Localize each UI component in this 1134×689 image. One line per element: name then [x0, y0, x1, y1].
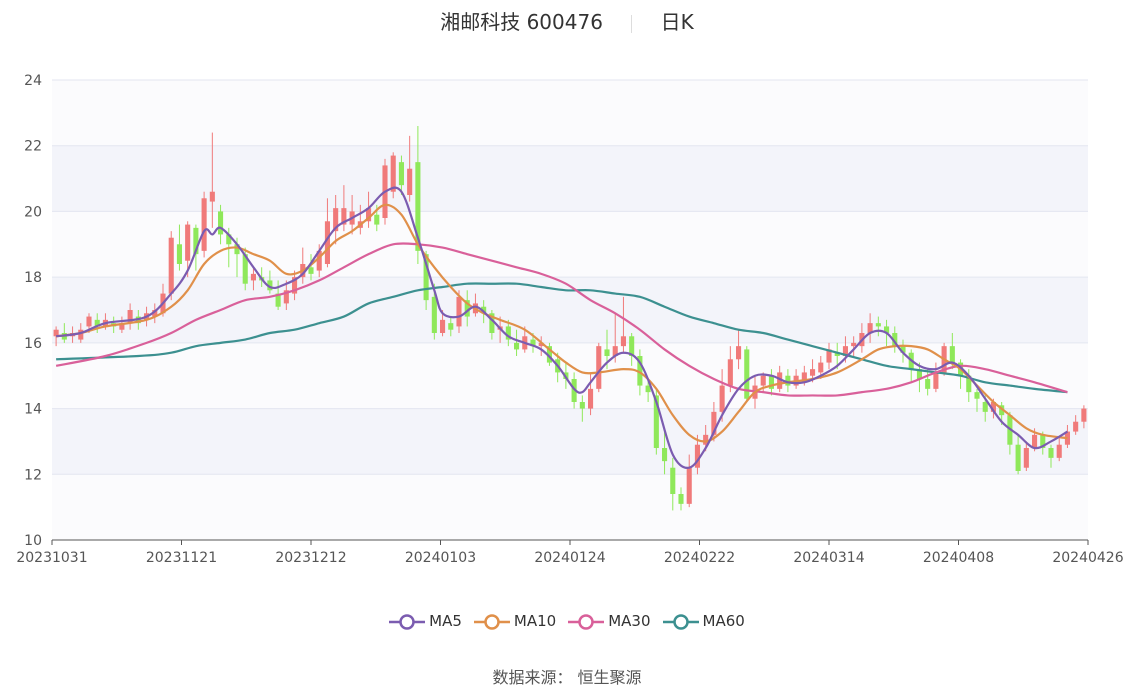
legend-line-icon	[568, 613, 605, 630]
candle-body	[596, 346, 602, 389]
legend-label: MA60	[702, 612, 745, 630]
legend-line-icon	[662, 613, 699, 630]
data-source: 数据来源： 恒生聚源	[492, 668, 642, 687]
legend-item-ma5[interactable]: MA5	[389, 612, 462, 631]
y-tick-label: 10	[24, 533, 42, 549]
candle-body	[620, 336, 626, 347]
candle-body	[982, 402, 988, 412]
grid-band	[52, 80, 1088, 146]
candle-body	[407, 168, 413, 195]
x-tick-label: 20240314	[793, 550, 864, 566]
x-tick-label: 20240426	[1052, 550, 1123, 566]
x-tick-label: 20231212	[275, 550, 346, 566]
grid-band	[52, 145, 1088, 212]
candle-body	[176, 244, 182, 264]
y-tick-label: 14	[24, 402, 42, 418]
candle-body	[579, 402, 585, 409]
candle-body	[185, 224, 191, 261]
candle-body	[1048, 448, 1054, 458]
legend-label: MA5	[429, 612, 462, 630]
candle-body	[431, 296, 437, 333]
candle-body	[390, 155, 396, 192]
y-tick-label: 24	[24, 73, 42, 89]
y-tick-label: 18	[24, 270, 42, 286]
candle-body	[810, 369, 816, 376]
chart-legend: MA5 MA10 MA30 MA60	[0, 612, 1134, 631]
candle-body	[1032, 434, 1038, 448]
legend-item-ma10[interactable]: MA10	[473, 612, 557, 631]
candle-body	[456, 296, 462, 327]
x-tick-label: 20240222	[664, 550, 735, 566]
candle-body	[1023, 448, 1029, 468]
x-tick-label: 20240103	[405, 550, 476, 566]
candle-body	[1015, 444, 1021, 471]
candle-body	[86, 316, 92, 327]
candle-body	[727, 359, 733, 386]
legend-label: MA10	[513, 612, 557, 630]
candle-body	[678, 494, 684, 504]
candle-body	[925, 379, 931, 389]
grid-band	[52, 211, 1088, 278]
legend-line-icon	[473, 613, 510, 630]
grid-band	[52, 474, 1088, 540]
candle-body	[949, 346, 955, 363]
legend-line-icon	[389, 613, 426, 630]
candle-body	[875, 323, 881, 327]
x-tick-label: 20231031	[16, 550, 87, 566]
candle-body	[588, 388, 594, 409]
candle-body	[974, 392, 980, 399]
legend-label: MA30	[608, 612, 651, 630]
grid-band	[52, 408, 1088, 475]
candle-body	[604, 349, 610, 356]
x-tick-label: 20231121	[146, 550, 217, 566]
candle-body	[440, 319, 446, 333]
legend-item-ma60[interactable]: MA60	[662, 612, 745, 631]
candle-body	[168, 237, 174, 294]
candle-body	[760, 375, 766, 386]
y-tick-label: 20	[24, 204, 42, 220]
legend-item-ma30[interactable]: MA30	[568, 612, 651, 631]
candle-body	[818, 362, 824, 373]
candle-body	[1081, 408, 1087, 422]
candle-body	[1056, 444, 1062, 458]
candle-body	[1073, 421, 1079, 432]
y-tick-label: 16	[24, 336, 42, 352]
candle-body	[250, 273, 256, 281]
candle-body	[308, 267, 314, 274]
candle-body	[851, 342, 857, 347]
candle-body	[209, 191, 215, 202]
candle-body	[662, 448, 668, 462]
candlestick-chart[interactable]: 10 12 14 16 18 20 22 24 20231031 20231121 20231212…	[0, 0, 1134, 600]
candle-body	[78, 329, 84, 340]
candle-body	[670, 467, 676, 494]
candle-body	[719, 385, 725, 412]
candle-body	[736, 346, 742, 360]
x-tick-label: 20240408	[923, 550, 994, 566]
candle-body	[514, 342, 520, 350]
candle-body	[374, 214, 380, 225]
candle-body	[686, 467, 692, 504]
y-tick-label: 22	[24, 139, 42, 155]
candle-body	[201, 198, 207, 251]
candle-body	[448, 323, 454, 330]
candle-body	[933, 372, 939, 389]
y-tick-label: 12	[24, 467, 42, 483]
candle-body	[398, 162, 404, 186]
x-tick-label: 20240124	[534, 550, 605, 566]
candle-body	[218, 211, 224, 235]
